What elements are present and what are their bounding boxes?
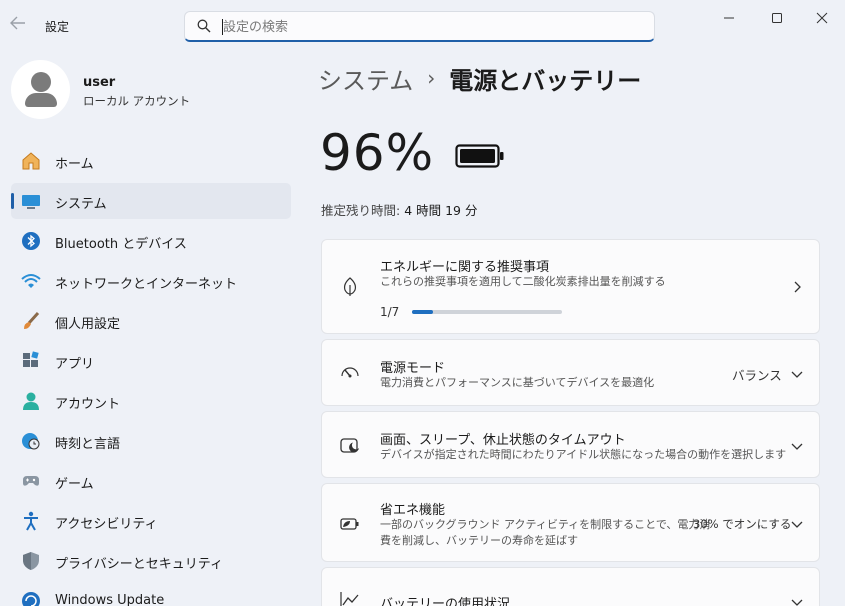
sidebar-item-bluetooth[interactable]: Bluetooth とデバイス: [11, 223, 291, 259]
card-subtitle: 電力消費とパフォーマンスに基づいてデバイスを最適化: [380, 376, 655, 389]
bluetooth-icon: [21, 231, 41, 251]
sidebar-item-accounts[interactable]: アカウント: [11, 383, 291, 419]
avatar-head: [31, 72, 51, 92]
avatar-body: [25, 93, 57, 107]
sidebar-item-network[interactable]: ネットワークとインターネット: [11, 263, 291, 299]
globe-clock-icon: [21, 431, 41, 451]
power-mode-value[interactable]: バランス: [732, 365, 782, 384]
gamepad-icon: [21, 471, 41, 491]
sidebar-item-label: 個人用設定: [55, 317, 121, 332]
sidebar-item-apps[interactable]: アプリ: [11, 343, 291, 379]
battery-percentage: 96%: [320, 124, 435, 182]
card-title: 画面、スリープ、休止状態のタイムアウト: [380, 433, 626, 448]
apps-icon: [21, 351, 41, 371]
screen-sleep-icon: [340, 436, 360, 456]
sidebar-item-label: ネットワークとインターネット: [55, 277, 238, 292]
chevron-down-icon[interactable]: [791, 518, 803, 530]
sidebar-nav: ホーム システム Bluetooth とデバイス ネットワークとインターネット …: [11, 143, 291, 606]
minimize-icon[interactable]: [714, 8, 744, 28]
card-title: 電源モード: [380, 361, 446, 376]
brush-icon: [21, 311, 41, 331]
sidebar-item-label: ホーム: [55, 157, 94, 172]
progress-bar: [412, 310, 562, 314]
sidebar-item-windows-update[interactable]: Windows Update: [11, 583, 291, 606]
user-profile[interactable]: user ローカル アカウント: [11, 60, 271, 120]
close-icon[interactable]: [807, 8, 837, 28]
sidebar-item-home[interactable]: ホーム: [11, 143, 291, 179]
chevron-down-icon[interactable]: [791, 368, 803, 380]
back-arrow-icon[interactable]: [10, 16, 28, 32]
home-icon: [21, 151, 41, 171]
update-icon: [21, 591, 41, 606]
leaf-icon: [340, 277, 360, 297]
search-input[interactable]: [223, 17, 643, 37]
card-title: 省エネ機能: [380, 503, 446, 518]
sidebar-item-label: 時刻と言語: [55, 437, 121, 452]
battery-saver-icon: [340, 514, 360, 534]
card-subtitle: これらの推奨事項を適用して二酸化炭素排出量を削減する: [380, 275, 666, 288]
sidebar-item-accessibility[interactable]: アクセシビリティ: [11, 503, 291, 539]
chevron-right-icon: [791, 281, 803, 293]
estimated-time-value: 4 時間 19 分: [404, 203, 478, 218]
profile-name: user: [83, 75, 116, 90]
system-icon: [21, 191, 41, 211]
shield-icon: [21, 551, 41, 571]
sidebar-item-label: アカウント: [55, 397, 121, 412]
search-box[interactable]: [184, 11, 655, 42]
battery-usage-card[interactable]: バッテリーの使用状況: [321, 567, 820, 606]
profile-account-type: ローカル アカウント: [83, 94, 191, 108]
sidebar-item-label: Bluetooth とデバイス: [55, 237, 187, 252]
energy-recommendations-card[interactable]: エネルギーに関する推奨事項 これらの推奨事項を適用して二酸化炭素排出量を削減する…: [321, 239, 820, 334]
timeout-card[interactable]: 画面、スリープ、休止状態のタイムアウト デバイスが指定された時間にわたりアイドル…: [321, 411, 820, 478]
power-mode-card[interactable]: 電源モード 電力消費とパフォーマンスに基づいてデバイスを最適化 バランス: [321, 339, 820, 406]
progress-count: 1/7: [380, 305, 400, 319]
card-title: エネルギーに関する推奨事項: [380, 260, 550, 275]
sidebar-item-label: ゲーム: [55, 477, 94, 492]
progress-fill: [412, 310, 434, 314]
sidebar-item-label: アクセシビリティ: [55, 517, 158, 532]
sidebar-item-label: アプリ: [55, 357, 95, 372]
card-title: バッテリーの使用状況: [380, 597, 511, 606]
sidebar-item-personalization[interactable]: 個人用設定: [11, 303, 291, 339]
estimated-time-label: 推定残り時間:: [321, 203, 401, 218]
line-chart-icon: [340, 590, 360, 606]
estimated-time: 推定残り時間: 4 時間 19 分: [321, 200, 477, 219]
energy-saver-value: 30% でオンにする: [693, 517, 792, 531]
sidebar-item-system[interactable]: システム: [11, 183, 291, 219]
selection-indicator: [11, 193, 14, 209]
breadcrumb: システム › 電源とバッテリー: [318, 60, 641, 96]
maximize-icon[interactable]: [762, 8, 792, 28]
account-icon: [21, 391, 41, 411]
sidebar-item-privacy[interactable]: プライバシーとセキュリティ: [11, 543, 291, 579]
sidebar-item-label: システム: [55, 197, 107, 212]
app-title: 設定: [45, 20, 70, 34]
wifi-icon: [21, 271, 41, 291]
battery-icon: [455, 143, 505, 169]
sidebar-item-label: Windows Update: [55, 593, 165, 606]
title-bar: 設定: [0, 0, 845, 44]
energy-saver-card[interactable]: 省エネ機能 一部のバックグラウンド アクティビティを制限することで、電力消 費を…: [321, 483, 820, 562]
sidebar-item-gaming[interactable]: ゲーム: [11, 463, 291, 499]
page-title: 電源とバッテリー: [449, 66, 642, 95]
chevron-down-icon[interactable]: [791, 596, 803, 606]
card-subtitle-line2: 費を削減し、バッテリーの寿命を延ばす: [380, 534, 578, 547]
card-subtitle: デバイスが指定された時間にわたりアイドル状態になった場合の動作を選択します: [380, 448, 787, 461]
gauge-icon: [340, 364, 360, 384]
accessibility-icon: [21, 511, 41, 531]
sidebar-item-label: プライバシーとセキュリティ: [55, 557, 223, 572]
search-icon: [197, 19, 211, 33]
card-subtitle-line1: 一部のバックグラウンド アクティビティを制限することで、電力消: [380, 518, 711, 531]
text-caret: [222, 19, 223, 35]
breadcrumb-separator: ›: [427, 66, 436, 90]
sidebar-item-time-language[interactable]: 時刻と言語: [11, 423, 291, 459]
breadcrumb-parent[interactable]: システム: [318, 61, 413, 96]
chevron-down-icon[interactable]: [791, 440, 803, 452]
avatar: [11, 60, 70, 119]
